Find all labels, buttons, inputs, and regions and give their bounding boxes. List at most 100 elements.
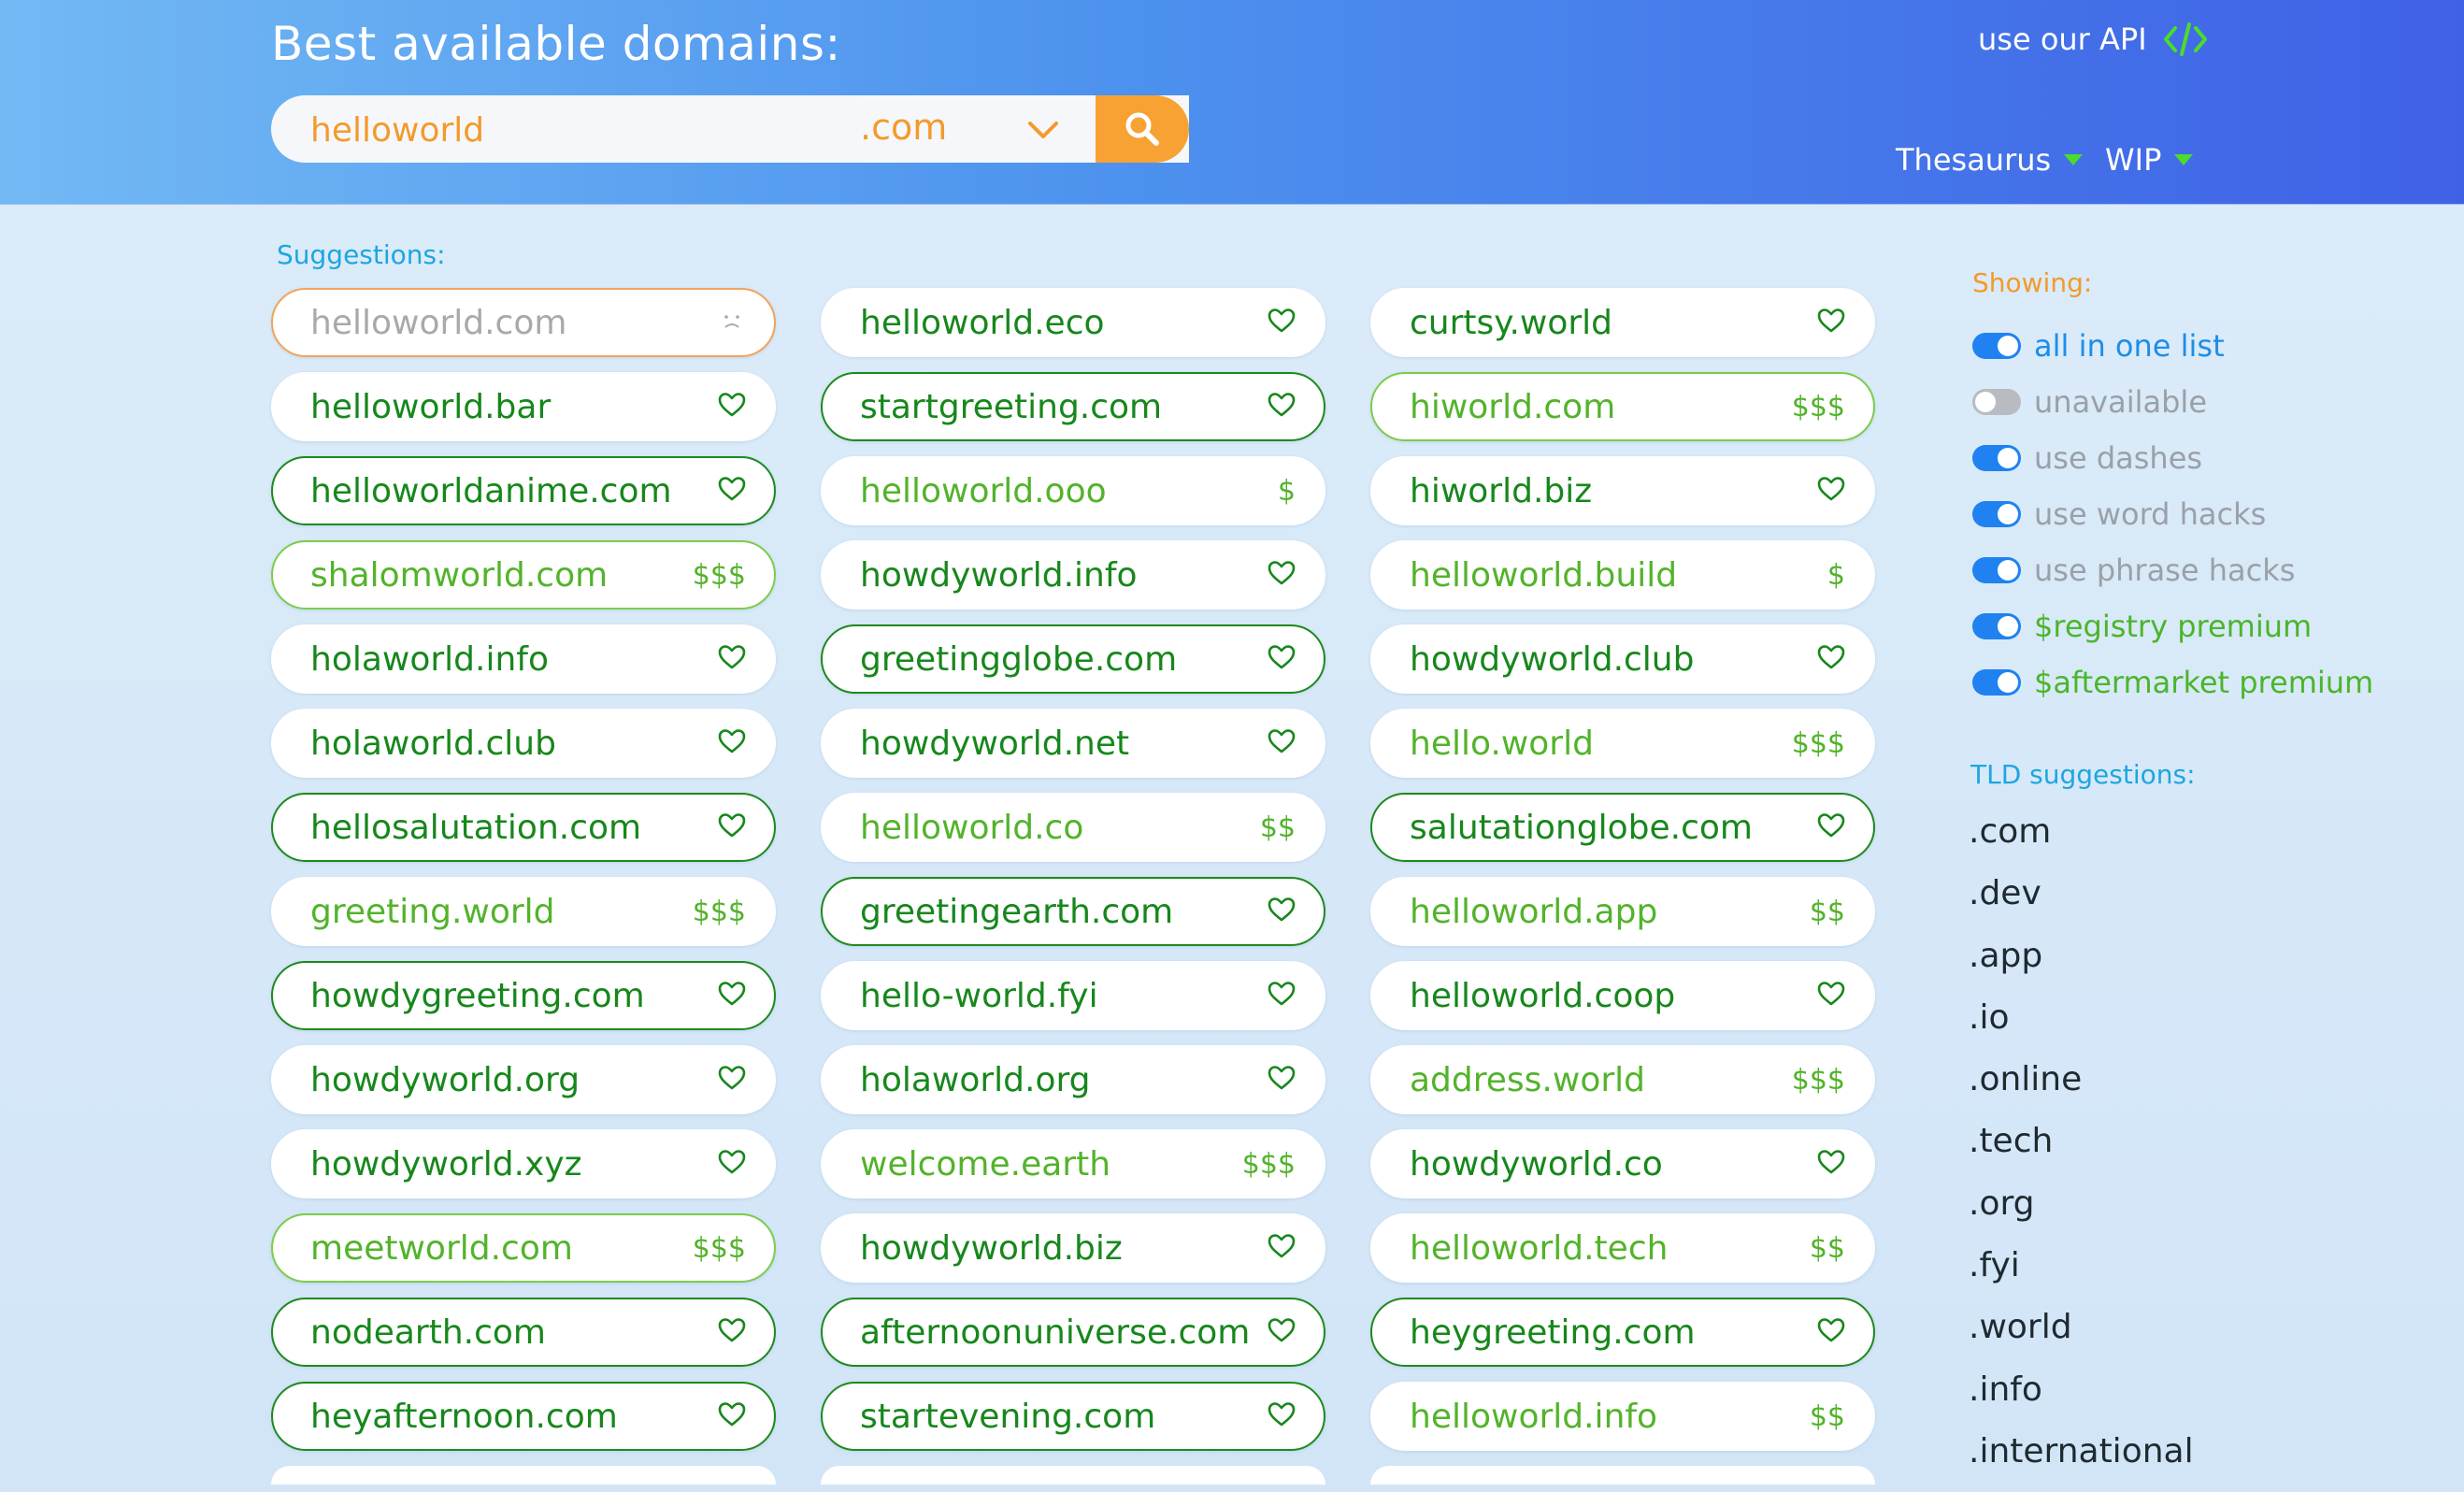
heart-icon[interactable] — [1817, 1149, 1845, 1179]
toggle-switch[interactable] — [1972, 389, 2021, 415]
heart-icon[interactable] — [1268, 1233, 1296, 1263]
heart-icon[interactable] — [1817, 981, 1845, 1011]
domain-result[interactable]: meetworld.com $$$ — [271, 1213, 776, 1283]
toggle-switch[interactable] — [1972, 557, 2021, 583]
domain-result[interactable]: howdyworld.biz — [821, 1213, 1325, 1283]
heart-icon[interactable] — [1268, 1317, 1296, 1347]
domain-result[interactable]: hellosalutation.com — [271, 793, 776, 862]
domain-result[interactable]: helloworldanime.com — [271, 456, 776, 525]
tld-suggestion[interactable]: .dev — [1969, 868, 2194, 929]
domain-result[interactable]: helloworld.info $$ — [1370, 1382, 1875, 1451]
toggle-row[interactable]: $registry premium — [1972, 598, 2373, 654]
heart-icon[interactable] — [1268, 981, 1296, 1011]
heart-icon[interactable] — [1268, 1401, 1296, 1431]
domain-result[interactable]: howdyworld.co — [1370, 1129, 1875, 1198]
tld-suggestion[interactable]: .com — [1969, 806, 2194, 868]
toggle-row[interactable]: use phrase hacks — [1972, 542, 2373, 598]
domain-result[interactable]: helloworld.eco — [821, 288, 1325, 357]
heart-icon[interactable] — [1268, 1065, 1296, 1095]
search-input[interactable] — [308, 105, 817, 155]
domain-result-partial[interactable] — [271, 1466, 776, 1485]
tld-select-value[interactable]: .com — [860, 107, 947, 148]
heart-icon[interactable] — [718, 1401, 746, 1431]
heart-icon[interactable] — [718, 812, 746, 842]
heart-icon[interactable] — [1817, 308, 1845, 337]
heart-icon[interactable] — [718, 1065, 746, 1095]
domain-result[interactable]: startgreeting.com — [821, 372, 1325, 441]
domain-result[interactable]: shalomworld.com $$$ — [271, 540, 776, 610]
tld-suggestion[interactable]: .international — [1969, 1426, 2194, 1487]
menu-thesaurus[interactable]: Thesaurus — [1896, 142, 2084, 178]
domain-result[interactable]: heygreeting.com — [1370, 1298, 1875, 1367]
heart-icon[interactable] — [1268, 644, 1296, 674]
heart-icon[interactable] — [1268, 728, 1296, 758]
toggle-row[interactable]: unavailable — [1972, 374, 2373, 430]
heart-icon[interactable] — [718, 392, 746, 422]
domain-result[interactable]: helloworld.bar — [271, 372, 776, 441]
toggle-switch[interactable] — [1972, 333, 2021, 359]
toggle-switch[interactable] — [1972, 501, 2021, 527]
heart-icon[interactable] — [1268, 308, 1296, 337]
domain-result[interactable]: hiworld.biz — [1370, 456, 1875, 525]
heart-icon[interactable] — [718, 981, 746, 1011]
heart-icon[interactable] — [718, 644, 746, 674]
domain-result[interactable]: greeting.world $$$ — [271, 877, 776, 946]
domain-result[interactable]: curtsy.world — [1370, 288, 1875, 357]
tld-suggestion[interactable]: .io — [1969, 992, 2194, 1054]
heart-icon[interactable] — [1817, 644, 1845, 674]
tld-suggestion[interactable]: .fyi — [1969, 1240, 2194, 1301]
toggle-row[interactable]: $aftermarket premium — [1972, 654, 2373, 710]
heart-icon[interactable] — [718, 476, 746, 506]
heart-icon[interactable] — [1268, 392, 1296, 422]
domain-result[interactable]: helloworld.tech $$ — [1370, 1213, 1875, 1283]
domain-result[interactable]: helloworld.coop — [1370, 961, 1875, 1030]
heart-icon[interactable] — [1817, 812, 1845, 842]
search-button[interactable] — [1096, 95, 1189, 163]
domain-result[interactable]: howdyworld.org — [271, 1045, 776, 1114]
domain-result[interactable]: holaworld.info — [271, 624, 776, 694]
toggle-row[interactable]: use dashes — [1972, 430, 2373, 486]
domain-result[interactable]: helloworld.build $ — [1370, 540, 1875, 610]
toggle-switch[interactable] — [1972, 669, 2021, 696]
domain-result[interactable]: nodearth.com — [271, 1298, 776, 1367]
domain-result[interactable]: helloworld.app $$ — [1370, 877, 1875, 946]
domain-result[interactable]: howdyworld.info — [821, 540, 1325, 610]
tld-suggestion[interactable]: .online — [1969, 1054, 2194, 1115]
domain-result[interactable]: holaworld.club — [271, 709, 776, 778]
domain-result[interactable]: helloworld.ooo $ — [821, 456, 1325, 525]
domain-result[interactable]: howdyworld.xyz — [271, 1129, 776, 1198]
api-link[interactable]: use our API — [1978, 21, 2207, 58]
toggle-row[interactable]: use word hacks — [1972, 486, 2373, 542]
domain-result[interactable]: salutationglobe.com — [1370, 793, 1875, 862]
tld-suggestion[interactable]: .org — [1969, 1178, 2194, 1240]
heart-icon[interactable] — [1268, 560, 1296, 590]
tld-suggestion[interactable]: .info — [1969, 1364, 2194, 1426]
toggle-switch[interactable] — [1972, 445, 2021, 471]
toggle-switch[interactable] — [1972, 613, 2021, 639]
domain-result-partial[interactable] — [1370, 1466, 1875, 1485]
heart-icon[interactable] — [1817, 1317, 1845, 1347]
domain-result-partial[interactable] — [821, 1466, 1325, 1485]
heart-icon[interactable] — [1268, 897, 1296, 926]
heart-icon[interactable] — [718, 1149, 746, 1179]
domain-result[interactable]: hello.world $$$ — [1370, 709, 1875, 778]
domain-result[interactable]: holaworld.org — [821, 1045, 1325, 1114]
domain-result[interactable]: howdygreeting.com — [271, 961, 776, 1030]
toggle-row[interactable]: all in one list — [1972, 318, 2373, 374]
domain-result[interactable]: greetingglobe.com — [821, 624, 1325, 694]
domain-result[interactable]: greetingearth.com — [821, 877, 1325, 946]
heart-icon[interactable] — [718, 1317, 746, 1347]
heart-icon[interactable] — [718, 728, 746, 758]
tld-suggestion[interactable]: .app — [1969, 930, 2194, 992]
domain-result[interactable]: welcome.earth $$$ — [821, 1129, 1325, 1198]
domain-result[interactable]: hiworld.com $$$ — [1370, 372, 1875, 441]
heart-icon[interactable] — [1817, 476, 1845, 506]
domain-result[interactable]: helloworld.co $$ — [821, 793, 1325, 862]
domain-result[interactable]: startevening.com — [821, 1382, 1325, 1451]
chevron-down-icon[interactable] — [1024, 112, 1062, 150]
domain-result[interactable]: heyafternoon.com — [271, 1382, 776, 1451]
domain-result[interactable]: hello-world.fyi — [821, 961, 1325, 1030]
menu-wip[interactable]: WIP — [2105, 142, 2194, 178]
domain-result[interactable]: address.world $$$ — [1370, 1045, 1875, 1114]
tld-suggestion[interactable]: .tech — [1969, 1115, 2194, 1177]
